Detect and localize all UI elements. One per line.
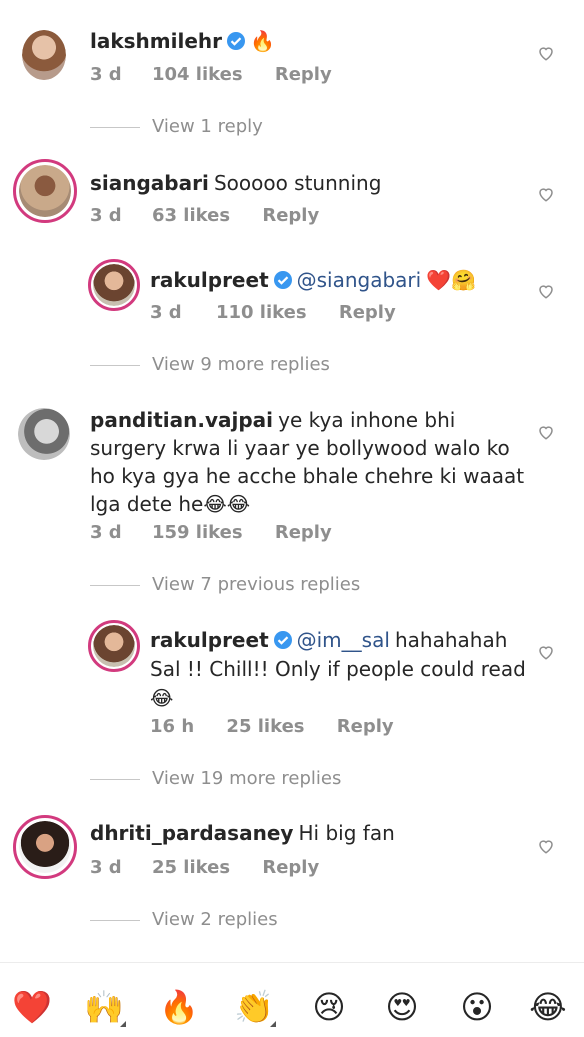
divider xyxy=(90,364,140,366)
comment-time: 3 d xyxy=(90,205,122,226)
reply-button[interactable]: Reply xyxy=(275,64,332,85)
surprised-face-emoji-icon[interactable]: 😮 xyxy=(455,985,499,1029)
reply-button[interactable]: Reply xyxy=(337,716,394,737)
like-heart-icon[interactable] xyxy=(537,44,555,62)
emoji-reaction-bar: ❤️ 🙌 🔥 👏 😢 😍 😮 😂 xyxy=(0,962,584,1037)
view-replies[interactable]: View 2 replies xyxy=(90,909,278,930)
username[interactable]: dhriti_pardasaney xyxy=(90,821,293,845)
divider xyxy=(90,919,140,921)
avatar[interactable] xyxy=(93,625,135,667)
clapping-hands-emoji-icon[interactable]: 👏 xyxy=(232,985,276,1029)
divider xyxy=(90,584,140,586)
view-replies[interactable]: View 7 previous replies xyxy=(90,574,360,595)
comment-text: Hi big fan xyxy=(298,821,395,845)
username[interactable]: lakshmilehr xyxy=(90,29,222,53)
likes-count[interactable]: 25 likes xyxy=(226,716,304,737)
red-heart-emoji-icon[interactable]: ❤️ xyxy=(10,985,54,1029)
avatar[interactable] xyxy=(19,165,71,217)
likes-count[interactable]: 63 likes xyxy=(152,205,230,226)
view-replies[interactable]: View 1 reply xyxy=(90,116,263,137)
comment-text: 🔥 xyxy=(250,29,275,53)
view-replies[interactable]: View 19 more replies xyxy=(90,768,341,789)
crying-face-emoji-icon[interactable]: 😢 xyxy=(307,985,351,1029)
mention-link[interactable]: @im__sal xyxy=(297,628,390,652)
like-heart-icon[interactable] xyxy=(537,643,555,661)
avatar[interactable] xyxy=(18,408,70,460)
username[interactable]: rakulpreet xyxy=(150,628,269,652)
fire-emoji-icon[interactable]: 🔥 xyxy=(157,985,201,1029)
reply-button[interactable]: Reply xyxy=(339,302,396,323)
mention-link[interactable]: @siangabari xyxy=(297,268,422,292)
verified-badge-icon xyxy=(273,631,292,649)
likes-count[interactable]: 110 likes xyxy=(216,302,307,323)
like-heart-icon[interactable] xyxy=(537,282,555,300)
view-replies[interactable]: View 9 more replies xyxy=(90,354,330,375)
avatar[interactable] xyxy=(22,30,66,80)
variant-indicator xyxy=(120,1021,126,1027)
divider xyxy=(90,126,140,128)
likes-count[interactable]: 159 likes xyxy=(152,522,243,543)
likes-count[interactable]: 104 likes xyxy=(152,64,243,85)
comment-time: 3 d xyxy=(90,64,122,85)
comment-time: 3 d xyxy=(90,522,122,543)
like-heart-icon[interactable] xyxy=(537,423,555,441)
username[interactable]: rakulpreet xyxy=(150,268,269,292)
reply-button[interactable]: Reply xyxy=(262,205,319,226)
like-heart-icon[interactable] xyxy=(537,837,555,855)
verified-badge-icon xyxy=(273,271,292,289)
verified-badge-icon xyxy=(227,32,246,50)
variant-indicator xyxy=(270,1021,276,1027)
heart-eyes-emoji-icon[interactable]: 😍 xyxy=(380,985,424,1029)
divider xyxy=(90,778,140,780)
avatar[interactable] xyxy=(19,821,71,873)
comment-text: ❤️🤗 xyxy=(426,268,477,292)
comment-time: 3 d xyxy=(150,302,182,323)
reply-button[interactable]: Reply xyxy=(275,522,332,543)
avatar[interactable] xyxy=(93,264,135,306)
reply-button[interactable]: Reply xyxy=(262,857,319,878)
username[interactable]: panditian.vajpai xyxy=(90,408,273,432)
comment-text: Sooooo stunning xyxy=(213,171,382,195)
raising-hands-emoji-icon[interactable]: 🙌 xyxy=(82,985,126,1029)
laughing-tears-emoji-icon[interactable]: 😂 xyxy=(526,985,570,1029)
comment-time: 16 h xyxy=(150,716,195,737)
likes-count[interactable]: 25 likes xyxy=(152,857,230,878)
like-heart-icon[interactable] xyxy=(537,185,555,203)
comment-time: 3 d xyxy=(90,857,122,878)
username[interactable]: siangabari xyxy=(90,171,209,195)
